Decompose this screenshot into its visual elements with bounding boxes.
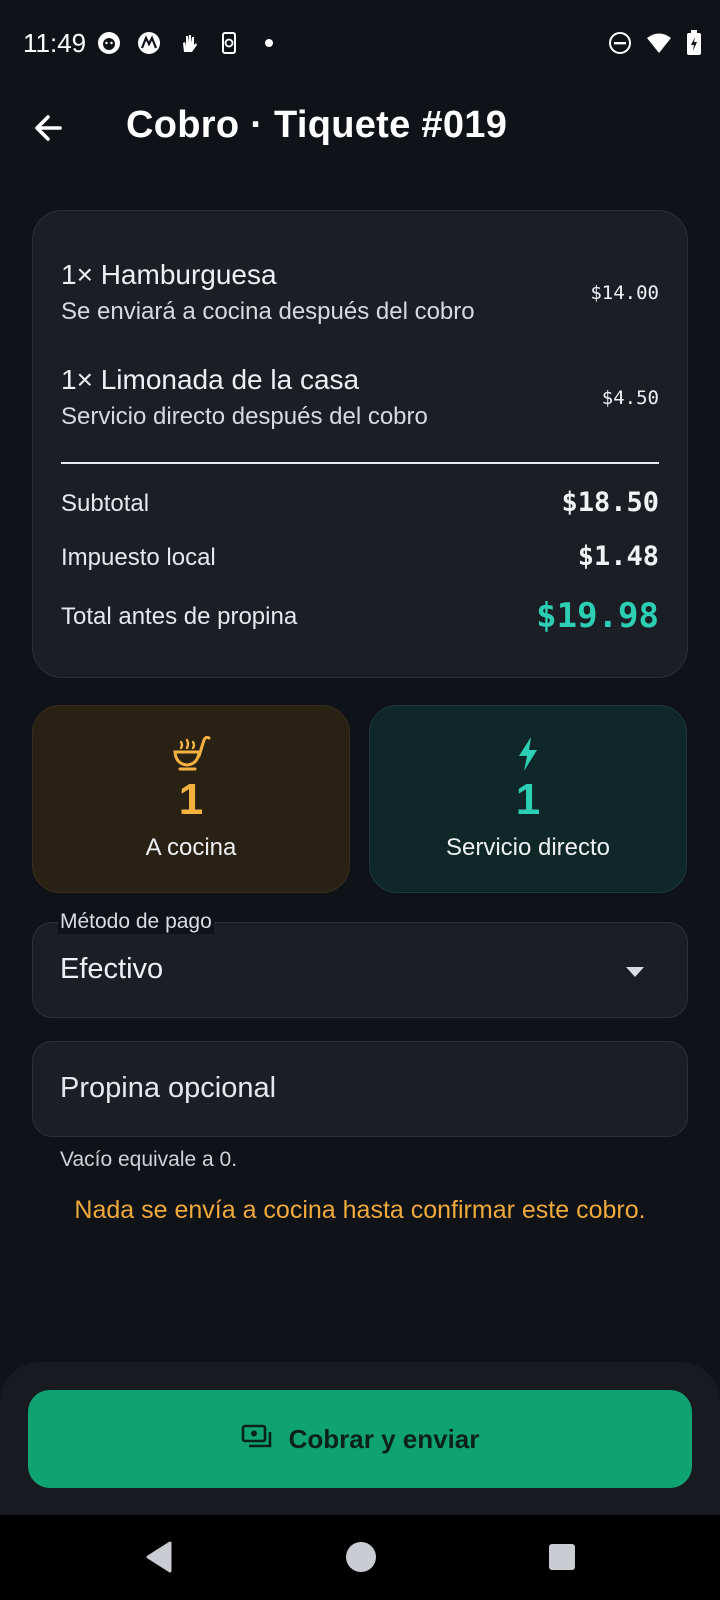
- battery-icon: [686, 30, 702, 61]
- warning-message: Nada se envía a cocina hasta confirmar e…: [74, 1196, 646, 1224]
- item-name: 1× Limonada de la casa: [61, 364, 360, 395]
- payment-method-label: Método de pago: [58, 910, 214, 934]
- item-price: $4.50: [601, 387, 659, 409]
- direct-label: Servicio directo: [445, 834, 611, 861]
- do-not-disturb-icon: [608, 31, 632, 60]
- divider: [61, 462, 659, 464]
- nav-back-button[interactable]: [144, 1541, 174, 1578]
- cash-icon: [241, 1424, 273, 1455]
- motorola-icon: [136, 30, 162, 56]
- charge-and-send-button[interactable]: Cobrar y enviar: [28, 1390, 692, 1488]
- tax-value: $1.48: [577, 541, 659, 572]
- system-icons: [608, 30, 702, 61]
- system-navigation-bar: [0, 1515, 720, 1600]
- direct-count: 1: [515, 775, 541, 824]
- nav-home-button[interactable]: [345, 1541, 377, 1578]
- soup-ladle-icon: [171, 734, 211, 774]
- tip-input[interactable]: Propina opcional: [32, 1041, 688, 1137]
- notification-icons: [96, 30, 282, 56]
- status-time: 11:49: [23, 28, 87, 58]
- notification-dot-icon: [256, 30, 282, 56]
- kitchen-count: 1: [178, 775, 204, 824]
- tip-helper-text: Vacío equivale a 0.: [60, 1148, 238, 1171]
- kitchen-label: A cocina: [145, 834, 237, 861]
- payment-method-value: Efectivo: [60, 953, 164, 985]
- bolt-icon: [508, 734, 548, 774]
- page-title: Cobro · Tiquete #019: [126, 104, 508, 146]
- tip-placeholder: Propina opcional: [60, 1072, 277, 1104]
- back-button[interactable]: [30, 108, 70, 148]
- item-note: Servicio directo después del cobro: [61, 403, 428, 430]
- total-value: $19.98: [536, 596, 659, 636]
- circle-home-icon: [346, 1542, 376, 1572]
- nav-recents-button[interactable]: [548, 1543, 576, 1576]
- triangle-back-icon: [146, 1541, 172, 1573]
- subtotal-value: $18.50: [561, 487, 659, 518]
- item-name: 1× Hamburguesa: [61, 259, 277, 290]
- wifi-icon: [646, 32, 672, 59]
- item-note: Se enviará a cocina después del cobro: [61, 298, 475, 325]
- arrow-left-icon: [35, 115, 62, 141]
- total-label: Total antes de propina: [61, 603, 298, 630]
- square-recents-icon: [549, 1544, 575, 1570]
- item-price: $14.00: [590, 282, 659, 304]
- phone-sync-icon: [216, 30, 242, 56]
- kitchen-count-card: 1 A cocina: [32, 705, 350, 893]
- gesture-hand-icon: [176, 30, 202, 56]
- tax-label: Impuesto local: [61, 544, 216, 571]
- direct-service-card: 1 Servicio directo: [369, 705, 687, 893]
- charge-and-send-label: Cobrar y enviar: [288, 1423, 480, 1454]
- cat-app-icon: [96, 30, 122, 56]
- subtotal-label: Subtotal: [61, 490, 150, 517]
- payment-method-select[interactable]: Efectivo: [32, 922, 688, 1018]
- dropdown-arrow-icon: [625, 965, 645, 983]
